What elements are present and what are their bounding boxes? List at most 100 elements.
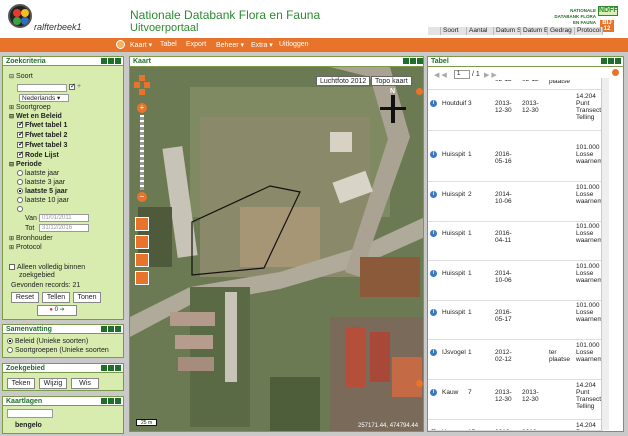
ffwet-tabel-2[interactable]: Ffwet tabel 2 bbox=[17, 130, 67, 139]
wet-en-beleid-item[interactable]: ⊟ Wet en Beleid bbox=[9, 113, 62, 120]
periode-laatste-10-jaar[interactable]: laatste 10 jaar bbox=[17, 197, 69, 204]
panel-collapse-icon[interactable] bbox=[403, 58, 409, 64]
panel-collapse-icon[interactable] bbox=[101, 326, 107, 332]
pan-up-icon[interactable] bbox=[139, 75, 145, 81]
soort-add-icon[interactable]: + bbox=[77, 83, 81, 90]
col-datum-e[interactable]: Datum E bbox=[521, 27, 548, 35]
panel-collapse-icon[interactable] bbox=[601, 58, 607, 64]
luchtfoto-button[interactable]: Luchtfoto 2012 bbox=[316, 76, 371, 86]
pager-next[interactable]: ▶ ▶ bbox=[484, 71, 497, 79]
pan-right-icon[interactable] bbox=[144, 82, 150, 88]
soort-input[interactable] bbox=[17, 84, 67, 92]
table-row[interactable]: i Huisspit 1 2016-05-17 101.000 Losse waarne… bbox=[428, 301, 603, 340]
expand-icon[interactable] bbox=[612, 69, 619, 76]
panel-close-icon[interactable] bbox=[115, 326, 121, 332]
periode-item[interactable]: ⊟ Periode bbox=[9, 161, 42, 168]
wijzig-button[interactable]: Wijzig bbox=[39, 378, 67, 389]
soort-checkbox[interactable] bbox=[69, 82, 76, 90]
info-icon[interactable]: i bbox=[430, 270, 437, 277]
info-icon[interactable]: i bbox=[430, 309, 437, 316]
menu-export[interactable]: Export bbox=[186, 41, 206, 48]
col-protocol[interactable]: Protocol bbox=[575, 27, 603, 35]
panel-minimize-icon[interactable] bbox=[108, 326, 114, 332]
home-icon[interactable] bbox=[116, 40, 125, 49]
measure-icon[interactable] bbox=[135, 253, 149, 267]
panel-collapse-icon[interactable] bbox=[101, 58, 107, 64]
samenvatting-beleid[interactable]: Beleid (Unieke soorten) bbox=[7, 338, 88, 345]
info-icon[interactable]: i bbox=[430, 151, 437, 158]
table-row[interactable]: i Huisspit 1 2016-04-11 101.000 Losse waarne… bbox=[428, 222, 603, 261]
tellen-button[interactable]: Tellen bbox=[42, 292, 70, 303]
zoom-slider[interactable] bbox=[140, 115, 144, 190]
panel-collapse-icon[interactable] bbox=[101, 398, 107, 404]
table-row[interactable]: 02-1202-12plaatse bbox=[428, 80, 603, 90]
van-date-input[interactable]: 01/01/2011 bbox=[39, 214, 89, 222]
panel-minimize-icon[interactable] bbox=[108, 58, 114, 64]
expand-bottom-icon[interactable] bbox=[416, 380, 423, 387]
panel-minimize-icon[interactable] bbox=[410, 58, 416, 64]
pager-prev[interactable]: ◀ ◀ bbox=[434, 71, 447, 79]
info-icon[interactable]: i bbox=[430, 100, 437, 107]
topo-kaart-button[interactable]: Topo kaart bbox=[371, 76, 412, 86]
periode-laatste-jaar[interactable]: laatste jaar bbox=[17, 170, 59, 177]
reset-button[interactable]: Reset bbox=[11, 292, 39, 303]
info-icon[interactable]: i bbox=[430, 230, 437, 237]
panel-close-icon[interactable] bbox=[115, 398, 121, 404]
info-icon[interactable]: i bbox=[430, 349, 437, 356]
zoom-extent-icon[interactable] bbox=[135, 235, 149, 249]
info-icon[interactable]: i bbox=[430, 191, 437, 198]
rode-lijst[interactable]: Rode Lijst bbox=[17, 150, 59, 159]
map-panel[interactable]: Kaart Luchtfoto 2012 Topo kaart + − N 25… bbox=[129, 56, 424, 432]
kaartlagen-search-input[interactable] bbox=[7, 409, 53, 418]
soortgroep-item[interactable]: ⊞ Soortgroep bbox=[9, 104, 51, 111]
page-input[interactable]: 1 bbox=[454, 70, 470, 79]
panel-close-icon[interactable] bbox=[115, 58, 121, 64]
tot-date-input[interactable]: 31/12/2016 bbox=[39, 224, 89, 232]
table-scrollbar[interactable] bbox=[601, 78, 609, 430]
table-row[interactable]: iKauw152012-12-272012-12-2714.204 Punt bbox=[428, 421, 603, 431]
ffwet-tabel-3[interactable]: Ffwet tabel 3 bbox=[17, 140, 67, 149]
menu-kaart[interactable]: Kaart ▾ bbox=[130, 41, 152, 49]
panel-close-icon[interactable] bbox=[417, 58, 423, 64]
col-gedrag[interactable]: Gedrag bbox=[548, 27, 575, 35]
panel-minimize-icon[interactable] bbox=[608, 58, 614, 64]
table-row[interactable]: i Kauw 7 2013-12-30 2013-12-30 14.204 Punt Tr… bbox=[428, 381, 603, 420]
panel-minimize-icon[interactable] bbox=[108, 365, 114, 371]
table-row[interactable]: i Huisspit 2 2014-10-06 101.000 Losse waarne… bbox=[428, 183, 603, 222]
menu-extra[interactable]: Extra ▾ bbox=[251, 41, 273, 49]
col-aantal[interactable]: Aantal bbox=[467, 27, 494, 35]
eye-icon[interactable] bbox=[135, 271, 149, 285]
samenvatting-soortgroepen[interactable]: Soortgroepen (Unieke soorten bbox=[7, 347, 109, 354]
panel-close-icon[interactable] bbox=[615, 58, 621, 64]
table-row[interactable]: i IJsvogel 1 2012-02-12 ter plaatse 101.000 L… bbox=[428, 341, 603, 380]
pan-left-icon[interactable] bbox=[134, 82, 140, 88]
col-datum-s[interactable]: Datum S bbox=[494, 27, 521, 35]
info-icon[interactable]: i bbox=[430, 389, 437, 396]
panel-minimize-icon[interactable] bbox=[108, 398, 114, 404]
zoom-box-icon[interactable] bbox=[135, 217, 149, 231]
table-row[interactable]: i Houtduif 3 2013-12-30 2013-12-30 14.204 Pun… bbox=[428, 92, 603, 131]
alleen-volledig-checkbox[interactable]: Alleen volledig binnen bbox=[9, 264, 85, 271]
ffwet-tabel-1[interactable]: Ffwet tabel 1 bbox=[17, 120, 67, 129]
panel-close-icon[interactable] bbox=[115, 365, 121, 371]
periode-custom[interactable] bbox=[17, 206, 25, 213]
panel-collapse-icon[interactable] bbox=[101, 365, 107, 371]
protocol-item[interactable]: ⊞ Protocol bbox=[9, 244, 42, 251]
teken-button[interactable]: Teken bbox=[7, 378, 35, 389]
menu-uitloggen[interactable]: Uitloggen bbox=[279, 41, 309, 48]
wis-button[interactable]: Wis bbox=[71, 378, 99, 389]
col-soort[interactable]: Soort bbox=[441, 27, 467, 35]
menu-tabel[interactable]: Tabel bbox=[160, 41, 177, 48]
table-row[interactable]: i Huisspit 1 2014-10-06 101.000 Losse waarne… bbox=[428, 262, 603, 301]
periode-laatste-3-jaar[interactable]: laatste 3 jaar bbox=[17, 179, 65, 186]
bronhouder-item[interactable]: ⊞ Bronhouder bbox=[9, 235, 53, 242]
pan-down-icon[interactable] bbox=[139, 89, 145, 95]
info-icon[interactable]: i bbox=[430, 429, 437, 430]
periode-laatste-5-jaar[interactable]: laatste 5 jaar bbox=[17, 188, 67, 195]
taal-select[interactable]: Nederlands ▾ bbox=[19, 94, 69, 102]
zoom-in-icon[interactable]: + bbox=[137, 103, 147, 113]
menu-beheer[interactable]: Beheer ▾ bbox=[216, 41, 244, 49]
table-row[interactable]: i Huisspit 1 2016-05-16 101.000 Losse waarne… bbox=[428, 143, 603, 182]
zoom-out-icon[interactable]: − bbox=[137, 192, 147, 202]
export-count-button[interactable]: ● 0 ➜ bbox=[37, 305, 77, 316]
